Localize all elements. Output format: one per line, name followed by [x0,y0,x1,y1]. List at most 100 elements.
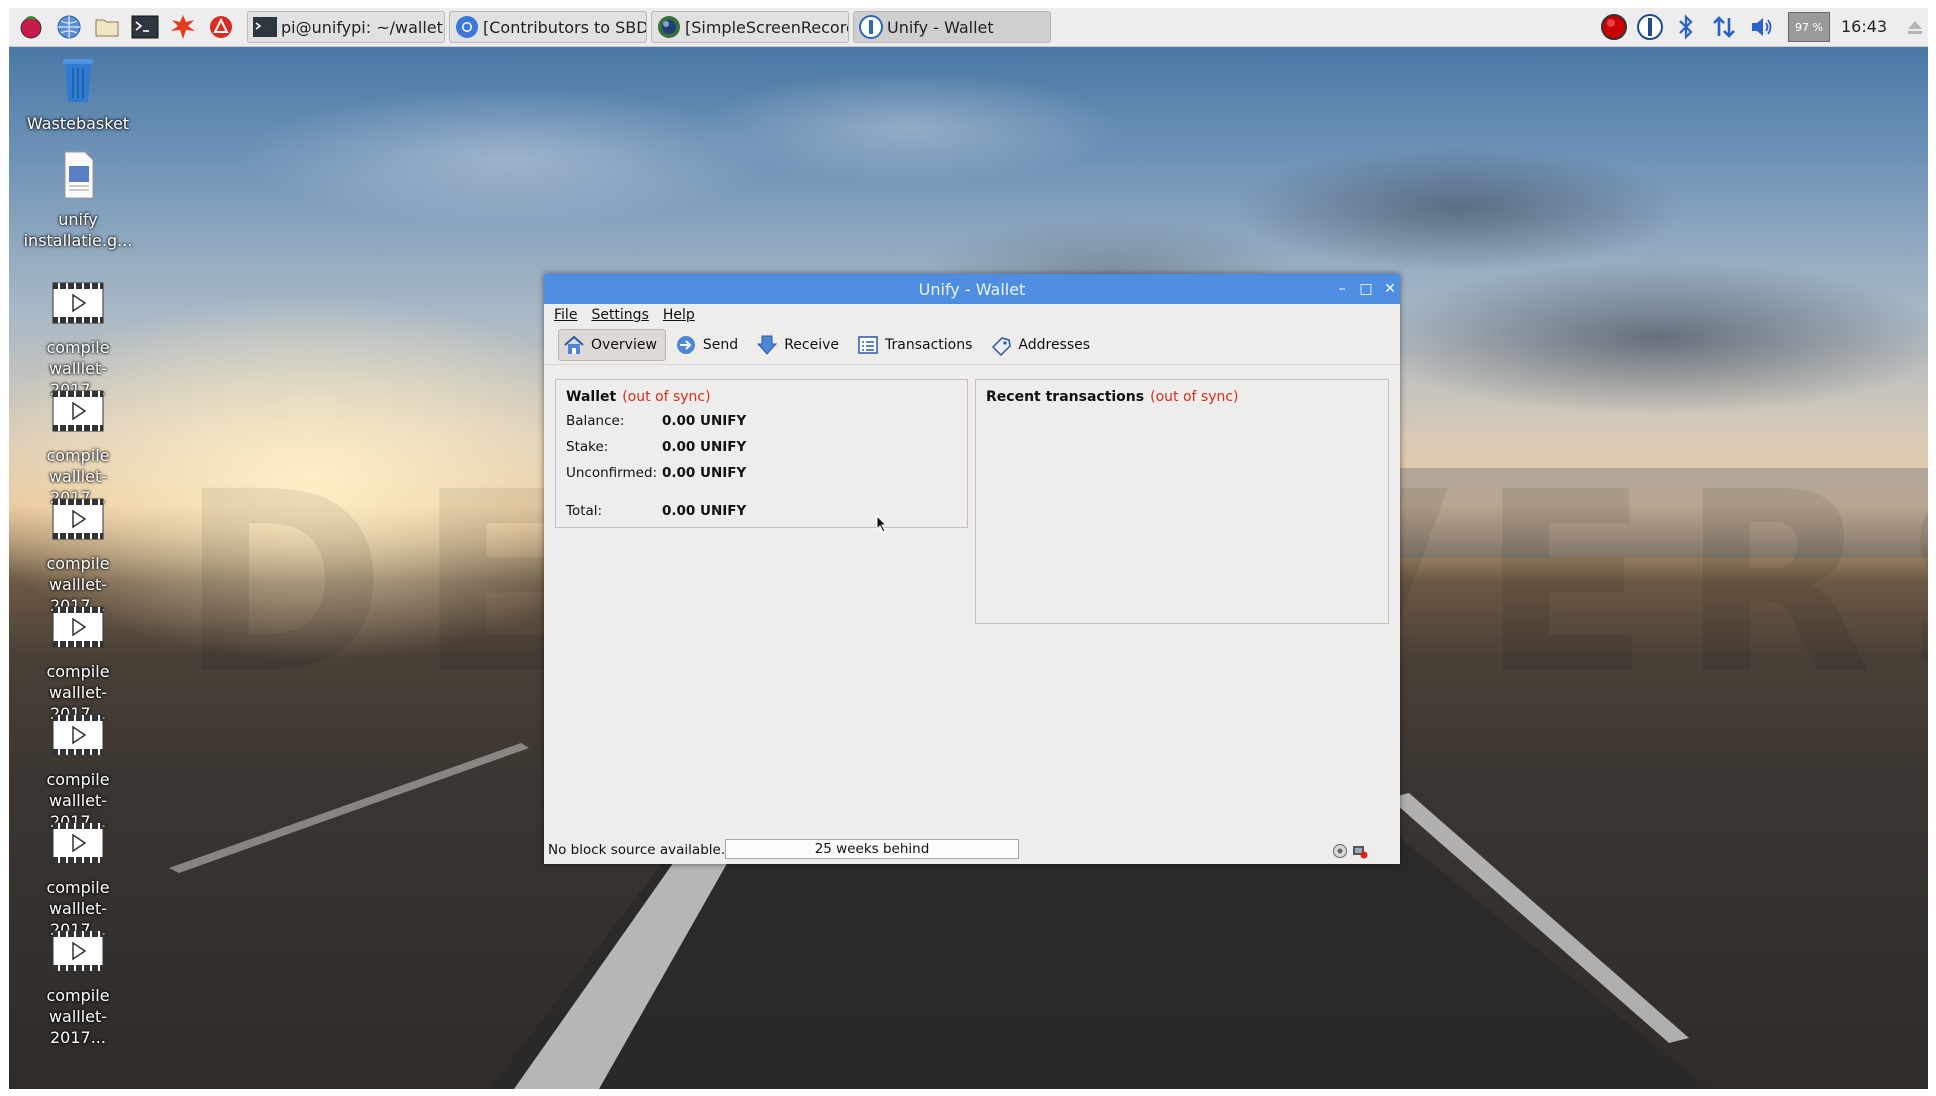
menu-help[interactable]: Help [663,307,695,323]
overview-label: Overview [591,337,657,353]
math-icon[interactable] [167,11,199,43]
trash-icon [63,59,93,102]
toolbar: Overview Send Receive Transactions Addre… [544,326,1400,365]
wallet-title: Wallet (out of sync) [566,389,711,405]
screen-recorder-icon [658,16,680,38]
desktop-icon-video[interactable]: compile walllet-2017... [23,386,133,508]
stake-value: 0.00 UNIFY [662,439,747,455]
terminal-icon [253,17,277,37]
task-label: Unify - Wallet [887,17,994,37]
video-icon [52,282,104,324]
task-label: pi@unifypi: ~/wallet [281,17,443,37]
video-icon [52,498,104,540]
unconfirmed-value: 0.00 UNIFY [662,465,747,481]
desktop-icon-label: Wastebasket [26,114,130,133]
unconfirmed-label: Unconfirmed: [566,465,658,481]
addresses-button[interactable]: Addresses [985,329,1099,361]
video-icon [52,390,104,432]
addresses-label: Addresses [1018,337,1091,353]
close-button[interactable]: ✕ [1380,279,1400,299]
stake-label: Stake: [566,439,609,455]
task-screen-recorder[interactable]: [SimpleScreenRecord... [651,11,849,43]
wallet-title-text: Wallet [566,389,617,405]
receive-label: Receive [784,337,839,353]
wallet-panel: Wallet (out of sync) Balance: 0.00 UNIFY S… [555,379,968,528]
staking-status-icon[interactable] [1332,843,1348,859]
balance-row: Balance: 0.00 UNIFY [566,413,746,429]
desktop-icon-video[interactable]: compile walllet-2017... [23,278,133,400]
menu-bar: File Settings Help [544,304,1400,326]
task-label: [SimpleScreenRecord... [685,17,848,37]
recent-sync-status[interactable]: (out of sync) [1150,389,1238,405]
unconfirmed-row: Unconfirmed: 0.00 UNIFY [566,465,746,481]
block-source-status: No block source available... [548,842,734,858]
send-icon [676,336,695,354]
cpu-percent: 97 % [1788,12,1830,42]
transactions-label: Transactions [885,337,973,353]
eject-icon[interactable] [1903,8,1927,46]
video-icon [52,930,104,972]
transactions-icon [858,336,878,354]
web-browser-icon[interactable] [53,11,85,43]
cpu-monitor[interactable]: 97 % [1787,8,1831,46]
desktop-icon-label: compile walllet-2017... [46,986,110,1047]
stake-row: Stake: 0.00 UNIFY [566,439,746,455]
status-bar: No block source available... 25 weeks be… [544,834,1400,864]
file-manager-icon[interactable] [91,11,123,43]
total-label: Total: [566,503,603,519]
window-titlebar[interactable]: Unify - Wallet – □ ✕ [544,274,1400,304]
menu-file[interactable]: File [554,307,577,323]
send-button[interactable]: Send [670,329,747,361]
desktop-icon-video[interactable]: compile walllet-2017... [23,494,133,616]
raspberry-menu-icon[interactable] [15,11,47,43]
desktop-icon-label: unify installatie.g... [23,210,133,250]
task-terminal[interactable]: pi@unifypi: ~/wallet [247,11,445,43]
home-icon [564,335,584,354]
bluetooth-icon[interactable] [1671,8,1701,46]
recent-transactions-panel: Recent transactions (out of sync) [975,379,1389,624]
wallet-window: Unify - Wallet – □ ✕ File Settings Help … [544,274,1400,864]
unify-icon [859,15,883,39]
taskbar: pi@unifypi: ~/wallet [Contributors to SB… [9,8,1928,47]
clock[interactable]: 16:43 [1841,17,1887,36]
desktop-icon-video[interactable]: compile walllet-2017... [23,602,133,724]
unify-tray-icon[interactable] [1633,8,1667,46]
balance-value: 0.00 UNIFY [662,413,747,429]
send-label: Send [702,337,739,353]
transactions-button[interactable]: Transactions [852,329,981,361]
desktop-icon-wastebasket[interactable]: Wastebasket [23,54,133,134]
receive-button[interactable]: Receive [751,329,848,361]
video-icon [52,606,104,648]
total-row: Total: 0.00 UNIFY [566,503,746,519]
desktop-icon-video[interactable]: compile walllet-2017... [23,926,133,1048]
volume-icon[interactable] [1745,8,1779,46]
desktop-icon-document[interactable]: unify installatie.g... [23,150,133,251]
wolfram-icon[interactable] [205,11,237,43]
maximize-button[interactable]: □ [1356,279,1376,299]
terminal-icon[interactable] [129,11,161,43]
chromium-icon [456,16,478,38]
document-icon [64,151,94,199]
network-icon[interactable] [1707,8,1741,46]
sync-progress-bar: 25 weeks behind [725,839,1019,859]
recent-transactions-title: Recent transactions (out of sync) [986,389,1239,405]
wallet-sync-status[interactable]: (out of sync) [622,389,710,405]
total-value: 0.00 UNIFY [662,503,747,519]
window-title: Unify - Wallet [918,280,1026,299]
desktop-icon-video[interactable]: compile walllet-2017... [23,818,133,940]
desktop-icon-video[interactable]: compile walllet-2017... [23,710,133,832]
mouse-cursor [876,515,888,533]
video-icon [52,822,104,864]
menu-settings[interactable]: Settings [591,307,648,323]
addresses-icon [992,337,1012,356]
connection-status-icon[interactable] [1352,843,1368,859]
recent-title-text: Recent transactions [986,389,1145,405]
desktop-screen: DEMO VERSION pi@unifypi: ~/wallet [Contr… [9,8,1928,1089]
minimize-button[interactable]: – [1332,279,1352,299]
task-chromium[interactable]: [Contributors to SBDo... [449,11,647,43]
balance-label: Balance: [566,413,625,429]
receive-icon [757,335,778,355]
overview-button[interactable]: Overview [558,329,666,361]
record-icon[interactable] [1597,8,1631,46]
task-unify-wallet[interactable]: Unify - Wallet [853,11,1051,43]
